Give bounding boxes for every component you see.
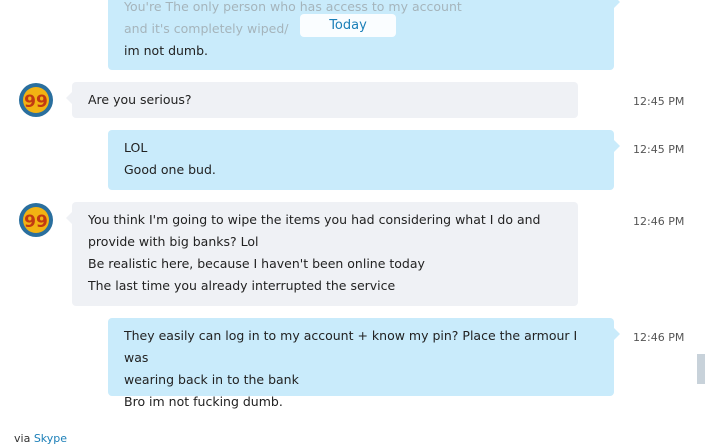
message-line: Be realistic here, because I haven't bee… (88, 256, 425, 271)
avatar-99-icon[interactable]: 99 (18, 202, 54, 238)
message-line: LOL (124, 140, 148, 155)
message-line: Bro im not fucking dumb. (124, 394, 283, 409)
avatar-text: 99 (24, 92, 48, 112)
message-line: wearing back in to the bank (124, 372, 299, 387)
message-line: They easily can log in to my account + k… (124, 328, 578, 365)
message-line: provide with big banks? Lol (88, 234, 259, 249)
via-footer: via Skype (14, 432, 67, 445)
scrollbar-thumb[interactable] (697, 354, 705, 384)
message-bubble-incoming: Are you serious? (66, 82, 578, 118)
message-timestamp: 12:45 PM (633, 95, 685, 108)
message-timestamp: 12:45 PM (633, 143, 685, 156)
avatar-text: 99 (24, 212, 48, 232)
avatar-99-icon[interactable]: 99 (18, 82, 54, 118)
message-timestamp: 12:46 PM (633, 215, 685, 228)
message-line: Good one bud. (124, 162, 216, 177)
date-divider: Today (300, 14, 396, 37)
message-bubble-outgoing: They easily can log in to my account + k… (108, 318, 620, 409)
message-bubble-outgoing: LOL Good one bud. (108, 130, 620, 190)
skype-link[interactable]: Skype (34, 432, 67, 445)
message-line: The last time you already interrupted th… (88, 278, 396, 293)
message-line: im not dumb. (124, 43, 209, 58)
via-label: via (14, 432, 31, 445)
message-line: You think I'm going to wipe the items yo… (88, 212, 541, 227)
message-timestamp: 12:46 PM (633, 331, 685, 344)
message-bubble-incoming: You think I'm going to wipe the items yo… (66, 202, 578, 306)
message-line: Are you serious? (88, 92, 192, 107)
